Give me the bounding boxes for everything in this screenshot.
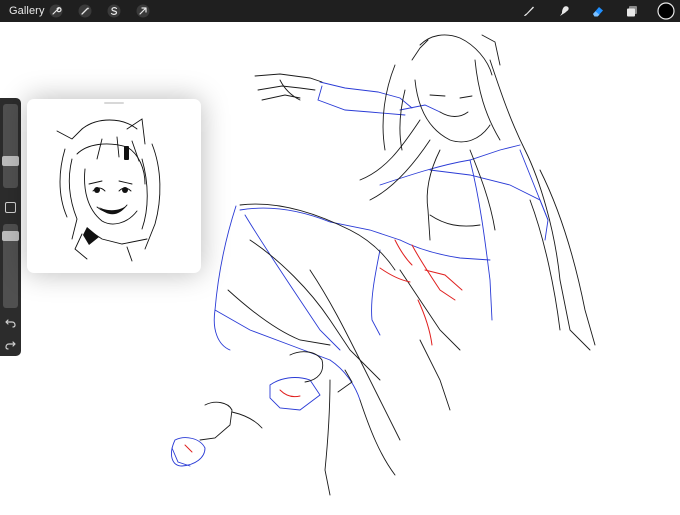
reference-window[interactable] [27,99,201,273]
opacity-thumb[interactable] [2,231,19,242]
eraser-icon [593,7,603,17]
modify-button[interactable] [5,202,16,213]
eraser-tool-button[interactable] [589,2,607,20]
brush-size-thumb[interactable] [2,155,19,166]
brush-icon [524,6,534,16]
top-toolbar: Gallery [0,0,680,22]
reference-drag-handle[interactable] [104,102,124,104]
layers-icon [627,6,637,17]
smudge-icon [560,6,569,16]
selection-icon [107,4,121,18]
line-art [199,34,596,496]
wrench-icon [49,4,63,18]
layers-button[interactable] [623,2,641,20]
undo-icon[interactable] [4,316,17,329]
brush-tool-button[interactable] [520,2,538,20]
selection-button[interactable] [105,2,123,20]
transform-arrow-icon [136,4,150,18]
left-sidebar [0,98,21,356]
gallery-button[interactable]: Gallery [9,5,45,17]
accent-lines [184,239,463,453]
reference-image [56,118,161,262]
magic-wand-icon [78,4,92,18]
construction-lines [171,81,549,467]
actions-button[interactable] [47,2,65,20]
smudge-tool-button[interactable] [555,2,573,20]
redo-icon[interactable] [4,338,17,351]
adjustments-button[interactable] [76,2,94,20]
transform-button[interactable] [134,2,152,20]
brush-size-slider[interactable] [3,104,18,188]
color-swatch-button[interactable] [657,2,675,20]
color-swatch [657,2,675,20]
